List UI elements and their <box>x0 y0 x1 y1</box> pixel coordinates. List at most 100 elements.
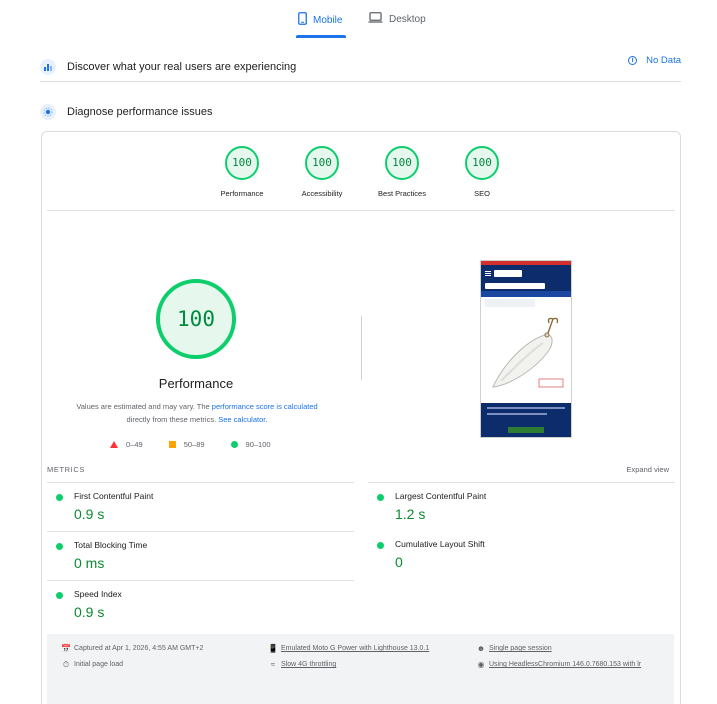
final-screenshot-thumbnail[interactable] <box>480 260 572 438</box>
report-panel: 100 Performance 100 Accessibility 100 Be… <box>41 131 681 704</box>
gauge-best-practices[interactable]: 100 Best Practices <box>362 146 442 198</box>
metric-name: First Contentful Paint <box>74 491 154 501</box>
tab-desktop[interactable]: Desktop <box>368 12 426 26</box>
legend-average: 50–89 <box>168 440 205 449</box>
legend-range: 0–49 <box>126 440 143 449</box>
thumb-breadcrumb <box>485 299 535 307</box>
browser-icon: ◉ <box>477 660 485 669</box>
metric-value: 0.9 s <box>74 506 105 522</box>
legend-pass: 90–100 <box>230 440 271 449</box>
note-text: directly from these metrics. <box>126 415 219 424</box>
runtime-throttling[interactable]: ≈ Slow 4G throttling <box>268 660 468 670</box>
legend-fail: 0–49 <box>110 440 143 449</box>
metric-value: 0 <box>395 554 403 570</box>
metric-value: 0 ms <box>74 555 105 571</box>
metric-name: Cumulative Layout Shift <box>395 539 485 549</box>
average-square-icon <box>168 441 176 448</box>
devices-icon: 📱 <box>268 644 278 653</box>
metric-name: Largest Contentful Paint <box>395 491 487 501</box>
gauge-label: SEO <box>474 189 490 198</box>
gauge-score: 100 <box>305 146 339 180</box>
category-gauges: 100 Performance 100 Accessibility 100 Be… <box>42 146 682 210</box>
runtime-settings: 📅 Captured at Apr 1, 2026, 4:55 AM GMT+2… <box>47 634 674 704</box>
metric-cls: Cumulative Layout Shift 0 <box>368 531 675 579</box>
metrics-heading: METRICS <box>47 465 85 474</box>
no-data-link[interactable]: i No Data <box>628 55 681 66</box>
calculator-link[interactable]: See calculator. <box>218 415 267 424</box>
real-users-section: Discover what your real users are experi… <box>40 52 681 82</box>
score-legend: 0–49 50–89 90–100 <box>110 440 310 449</box>
thumb-cookie-banner <box>481 403 571 437</box>
pass-circle-icon <box>56 592 63 599</box>
metric-fcp: First Contentful Paint 0.9 s <box>47 482 354 530</box>
gauge-score: 100 <box>465 146 499 180</box>
thumb-header <box>481 265 571 281</box>
diagnose-title: Diagnose performance issues <box>67 106 213 118</box>
performance-title: Performance <box>158 376 234 391</box>
runtime-text: Captured at Apr 1, 2026, 4:55 AM GMT+2 <box>74 645 204 652</box>
runtime-text: Initial page load <box>74 661 124 668</box>
active-tab-indicator <box>296 35 346 38</box>
pass-circle-icon <box>377 494 384 501</box>
performance-score-gauge: 100 <box>156 279 236 359</box>
pass-circle-icon <box>377 542 384 549</box>
fishing-lure-image <box>481 309 571 395</box>
runtime-text: Using HeadlessChromium 146.0.7680.153 wi… <box>489 661 642 668</box>
vertical-divider <box>361 316 362 380</box>
smartphone-icon <box>298 12 307 28</box>
laptop-icon <box>368 12 383 26</box>
expand-view-button[interactable]: Expand view <box>626 465 669 474</box>
gauge-label: Best Practices <box>378 189 426 198</box>
runtime-captured: 📅 Captured at Apr 1, 2026, 4:55 AM GMT+2 <box>61 644 251 654</box>
site-logo <box>494 269 522 277</box>
runtime-text: Emulated Moto G Power with Lighthouse 13… <box>281 645 430 652</box>
pass-circle-icon <box>56 494 63 501</box>
calendar-icon: 📅 <box>61 644 71 653</box>
metric-value: 1.2 s <box>395 506 426 522</box>
tab-desktop-label: Desktop <box>389 13 426 25</box>
divider <box>47 210 675 211</box>
runtime-page-load: ⏱ Initial page load <box>61 660 251 670</box>
thumb-nav <box>481 291 571 297</box>
runtime-browser[interactable]: ◉ Using HeadlessChromium 146.0.7680.153 … <box>476 660 666 670</box>
no-data-label: No Data <box>646 55 681 66</box>
metric-si: Speed Index 0.9 s <box>47 580 354 628</box>
metric-value: 0.9 s <box>74 604 105 620</box>
metric-tbt: Total Blocking Time 0 ms <box>47 531 354 579</box>
metric-lcp: Largest Contentful Paint 1.2 s <box>368 482 675 530</box>
menu-icon <box>485 270 491 276</box>
runtime-text: Slow 4G throttling <box>281 661 337 668</box>
gauge-accessibility[interactable]: 100 Accessibility <box>282 146 362 198</box>
legend-range: 90–100 <box>245 440 271 449</box>
runtime-device[interactable]: 📱 Emulated Moto G Power with Lighthouse … <box>268 644 468 654</box>
gauge-score: 100 <box>385 146 419 180</box>
note-text: Values are estimated and may vary. The <box>76 402 212 411</box>
person-icon: ☻ <box>476 644 486 653</box>
gauge-label: Performance <box>220 189 264 198</box>
gauge-score: 100 <box>225 146 259 180</box>
metric-name: Speed Index <box>74 589 122 599</box>
info-icon: i <box>628 56 638 65</box>
tab-mobile-label: Mobile <box>313 14 343 26</box>
gauge-seo[interactable]: 100 SEO <box>442 146 522 198</box>
timer-icon: ⏱ <box>62 660 70 669</box>
performance-score-link[interactable]: performance score is calculated <box>212 402 318 411</box>
pass-circle-icon <box>230 441 238 448</box>
thumb-search <box>481 281 571 291</box>
people-chart-icon <box>40 58 56 75</box>
tab-mobile[interactable]: Mobile <box>298 12 342 28</box>
wifi-icon: ≈ <box>270 660 276 669</box>
real-users-title: Discover what your real users are experi… <box>67 60 297 73</box>
gauge-performance[interactable]: 100 Performance <box>202 146 282 198</box>
pass-circle-icon <box>56 543 63 550</box>
legend-range: 50–89 <box>183 440 205 449</box>
gauge-label: Accessibility <box>301 189 343 198</box>
diagnose-section: Diagnose performance issues <box>40 101 681 123</box>
fail-triangle-icon <box>110 441 118 448</box>
runtime-text: Single page session <box>489 645 552 652</box>
lab-data-icon <box>40 104 56 120</box>
metric-name: Total Blocking Time <box>74 540 148 550</box>
device-tabs: Mobile Desktop <box>0 0 717 38</box>
runtime-session[interactable]: ☻ Single page session <box>476 644 666 654</box>
score-note: Values are estimated and may vary. The p… <box>72 400 322 426</box>
